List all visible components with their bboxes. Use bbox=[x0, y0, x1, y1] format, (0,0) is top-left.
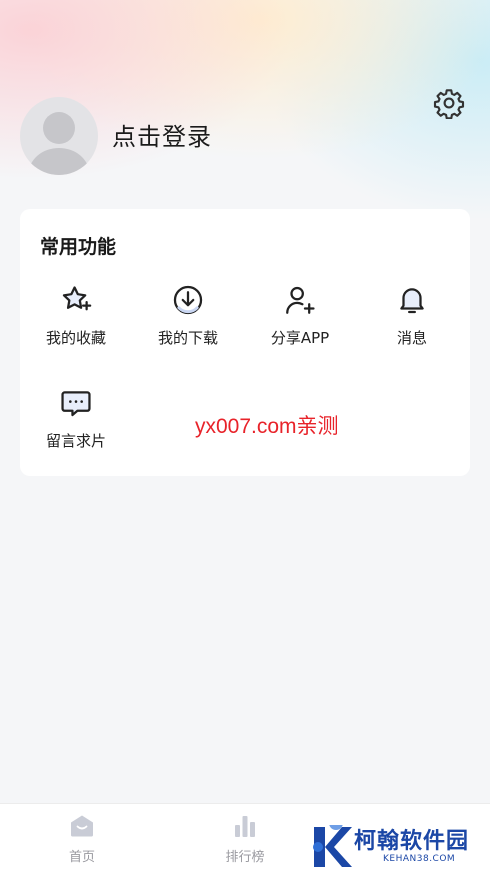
share-app-button[interactable]: 分享APP bbox=[244, 282, 356, 362]
request-movie-button[interactable]: 留言求片 bbox=[20, 385, 132, 465]
tab-ranking-label: 排行榜 bbox=[225, 850, 265, 865]
request-movie-label: 留言求片 bbox=[45, 432, 106, 450]
user-add-icon bbox=[282, 282, 318, 318]
messages-button[interactable]: 消息 bbox=[356, 282, 468, 362]
downloads-label: 我的下载 bbox=[157, 329, 218, 347]
tab-home-label: 首页 bbox=[68, 850, 95, 865]
bell-icon bbox=[394, 282, 430, 318]
messages-label: 消息 bbox=[396, 329, 427, 347]
share-app-label: 分享APP bbox=[270, 329, 330, 347]
download-icon bbox=[170, 282, 206, 318]
gear-icon bbox=[433, 89, 465, 119]
avatar[interactable] bbox=[20, 97, 98, 175]
favorites-button[interactable]: 我的收藏 bbox=[20, 282, 132, 362]
chart-icon bbox=[231, 812, 259, 840]
star-icon bbox=[58, 282, 94, 318]
brand-watermark: 柯翰软件园 KEHAN38.COM bbox=[306, 817, 476, 872]
home-icon bbox=[68, 812, 96, 840]
tab-ranking[interactable]: 排行榜 bbox=[205, 812, 285, 868]
brand-url: KEHAN38.COM bbox=[383, 854, 456, 864]
login-link[interactable]: 点击登录 bbox=[112, 121, 212, 153]
section-title: 常用功能 bbox=[40, 236, 117, 258]
favorites-label: 我的收藏 bbox=[45, 329, 106, 347]
brand-logo-icon bbox=[313, 825, 352, 867]
tab-home[interactable]: 首页 bbox=[42, 812, 122, 868]
brand-name: 柯翰软件园 bbox=[354, 829, 470, 854]
settings-button[interactable] bbox=[432, 86, 466, 120]
default-avatar-icon bbox=[29, 112, 89, 175]
message-icon bbox=[58, 385, 94, 421]
downloads-button[interactable]: 我的下载 bbox=[132, 282, 244, 362]
watermark-text: yx007.com亲测 bbox=[195, 415, 339, 438]
